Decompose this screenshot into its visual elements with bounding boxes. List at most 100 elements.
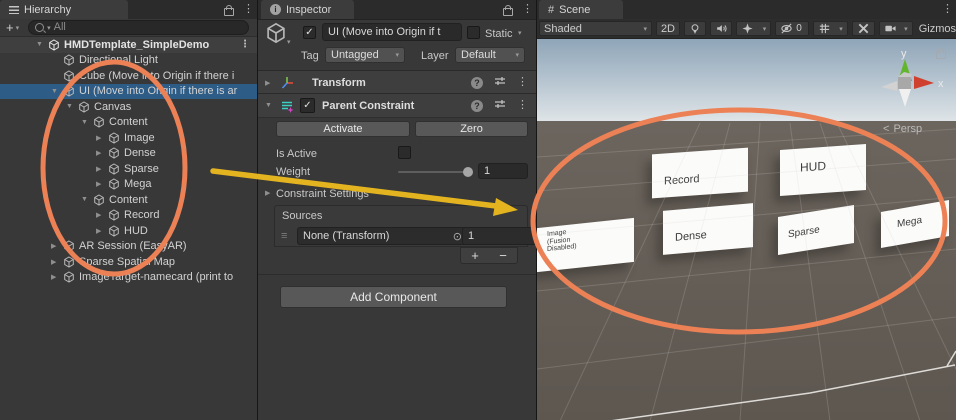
scene-object-record[interactable]: Record [652, 148, 748, 199]
disclosure-arrow-icon[interactable]: ▶ [96, 165, 108, 173]
row-kebab-icon[interactable]: ⋮ [240, 39, 257, 50]
static-label: Static [485, 29, 513, 40]
projection-toggle[interactable]: < Persp [883, 123, 922, 135]
lock-icon[interactable] [224, 8, 234, 16]
gameobject-cube-icon[interactable] [265, 22, 287, 44]
activate-button[interactable]: Activate [276, 121, 410, 137]
create-menu-button[interactable]: + ▾ [6, 20, 19, 35]
transform-header[interactable]: ▶ Transform ? ⋮ [258, 70, 536, 95]
add-source-button[interactable]: + [461, 248, 489, 263]
tree-row[interactable]: ▼ UI (Move into Origin if there is ar [0, 84, 257, 100]
object-picker-icon[interactable]: ⊙ [453, 230, 462, 243]
persp-icon: < [883, 123, 889, 135]
tree-row[interactable]: ▶ Record [0, 208, 257, 224]
hierarchy-toolbar: + ▾ ▾ All [0, 19, 257, 37]
help-icon[interactable]: ? [471, 100, 483, 112]
audio-toggle-button[interactable] [710, 21, 732, 36]
tag-dropdown[interactable]: Untagged ▾ [325, 47, 405, 63]
search-icon [35, 23, 44, 32]
foldout-arrow-icon[interactable]: ▼ [265, 102, 277, 109]
tree-row[interactable]: ▼ Content [0, 115, 257, 131]
disclosure-arrow-icon[interactable]: ▶ [51, 273, 63, 281]
add-component-button[interactable]: Add Component [280, 286, 507, 308]
parent-constraint-header[interactable]: ▼ ✓ Parent Constraint ? ⋮ [258, 93, 536, 118]
disclosure-arrow-icon[interactable]: ▼ [51, 88, 63, 95]
tree-row[interactable]: ▶ Sparse Spatial Map [0, 254, 257, 270]
help-icon[interactable]: ? [471, 77, 483, 89]
tree-row[interactable]: ▶ AR Session (EasyAR) [0, 239, 257, 255]
disclosure-arrow-icon[interactable]: ▼ [81, 196, 93, 203]
component-menu-icon[interactable]: ⋮ [517, 100, 528, 111]
camera-dropdown-button[interactable]: ▾ [879, 21, 912, 36]
2d-toggle-button[interactable]: 2D [656, 21, 680, 36]
scene-viewport[interactable]: Image (Fusion Disabled) Record HUD Dense… [537, 39, 956, 420]
constraint-settings-label[interactable]: Constraint Settings [276, 189, 369, 200]
search-input[interactable]: ▾ All [28, 20, 249, 35]
weight-value-field[interactable]: 1 [478, 163, 528, 179]
shading-mode-dropdown[interactable]: Shaded ▾ [539, 21, 652, 36]
active-checkbox[interactable]: ✓ [303, 26, 316, 39]
static-checkbox[interactable] [467, 26, 480, 39]
weight-slider[interactable] [398, 171, 468, 173]
panel-menu-icon[interactable]: ⋮ [243, 4, 254, 15]
tree-row[interactable]: ▶ ImageTarget-namecard (print to [0, 270, 257, 286]
disclosure-arrow-icon[interactable]: ▶ [96, 134, 108, 142]
tab-inspector[interactable]: i Inspector [261, 0, 354, 19]
is-active-checkbox[interactable] [398, 146, 411, 159]
drag-handle-icon[interactable]: ≡ [281, 230, 287, 242]
chevron-down-icon: ▾ [16, 24, 20, 32]
component-enabled-checkbox[interactable]: ✓ [300, 98, 315, 113]
gameobject-icon [48, 39, 60, 51]
tree-row[interactable]: ▶ Mega [0, 177, 257, 193]
weight-slider-handle[interactable] [463, 167, 473, 177]
disclosure-arrow-icon[interactable]: ▼ [36, 41, 48, 48]
tree-row[interactable]: ▼ HMDTemplate_SimpleDemo ⋮ [0, 37, 257, 53]
grid-visibility-dropdown[interactable]: ▾ [813, 21, 848, 36]
tree-row[interactable]: ▼ Content [0, 192, 257, 208]
scene-object-hud[interactable]: HUD [780, 144, 866, 196]
disclosure-arrow-icon[interactable]: ▶ [96, 149, 108, 157]
lock-icon[interactable] [503, 8, 513, 16]
tree-row[interactable]: ▼ Canvas [0, 99, 257, 115]
static-dropdown-icon[interactable]: ▾ [518, 29, 522, 37]
tree-row[interactable]: ▶ HUD [0, 223, 257, 239]
layer-dropdown[interactable]: Default ▾ [455, 47, 525, 63]
tree-row[interactable]: ▶ Image [0, 130, 257, 146]
preset-icon[interactable] [494, 97, 506, 115]
remove-source-button[interactable]: − [489, 248, 517, 263]
gameobject-name-field[interactable]: UI (Move into Origin if t [322, 23, 462, 41]
gizmo-lock-icon[interactable] [936, 51, 946, 59]
panel-menu-icon[interactable]: ⋮ [522, 4, 533, 15]
row-label: Canvas [94, 101, 131, 113]
disclosure-arrow-icon[interactable]: ▶ [96, 180, 108, 188]
disclosure-arrow-icon[interactable]: ▼ [81, 119, 93, 126]
disclosure-arrow-icon[interactable]: ▶ [96, 211, 108, 219]
disclosure-arrow-icon[interactable]: ▶ [51, 258, 63, 266]
gizmos-dropdown[interactable]: Gizmos [919, 23, 956, 35]
search-filter-icon[interactable]: ▾ [47, 24, 51, 32]
icon-dropdown-icon[interactable]: ▾ [287, 38, 291, 46]
component-menu-icon[interactable]: ⋮ [517, 77, 528, 88]
tree-row[interactable]: ▶ Dense [0, 146, 257, 162]
transform-icon [280, 76, 294, 90]
component-tools-button[interactable] [852, 21, 876, 36]
tree-row[interactable]: ▶ Sparse [0, 161, 257, 177]
source-weight-field[interactable]: 1 [462, 227, 536, 245]
tree-row[interactable]: Cube (Move into Origin if there i [0, 68, 257, 84]
scene-object-dense[interactable]: Dense [663, 203, 753, 255]
tab-hierarchy[interactable]: Hierarchy [0, 0, 128, 19]
foldout-arrow-icon[interactable]: ▶ [265, 79, 277, 87]
disclosure-arrow-icon[interactable]: ▶ [96, 227, 108, 235]
hidden-objects-button[interactable]: 0 [775, 21, 808, 36]
effects-dropdown-button[interactable]: ▾ [736, 21, 771, 36]
tree-row[interactable]: Directional Light [0, 53, 257, 69]
preset-icon[interactable] [494, 74, 506, 92]
source-object-field[interactable]: None (Transform) ⊙ [297, 227, 468, 245]
tab-scene[interactable]: # Scene [539, 0, 623, 19]
disclosure-arrow-icon[interactable]: ▶ [51, 242, 63, 250]
zero-button[interactable]: Zero [415, 121, 528, 137]
lighting-toggle-button[interactable] [684, 21, 706, 36]
panel-label: Dense [675, 229, 707, 244]
panel-menu-icon[interactable]: ⋮ [942, 4, 953, 15]
disclosure-arrow-icon[interactable]: ▼ [66, 103, 78, 110]
